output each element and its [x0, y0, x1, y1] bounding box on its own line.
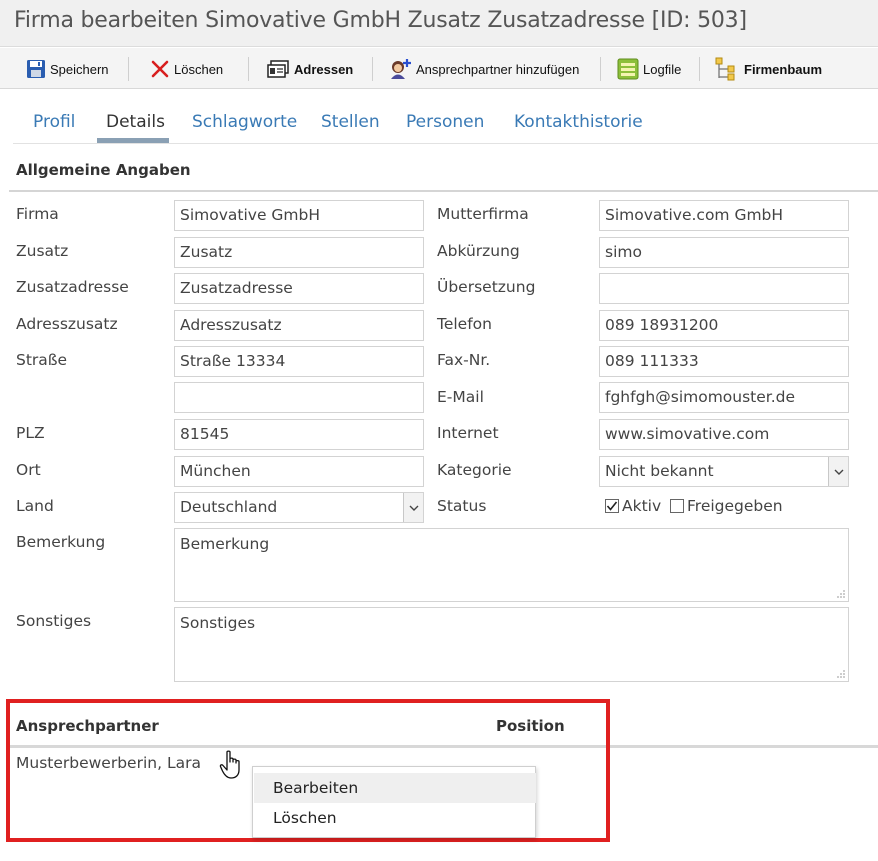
- toolbar: Speichern Löschen Adressen Ansprechpartn…: [0, 48, 878, 89]
- adresszusatz-field[interactable]: Adresszusatz: [174, 310, 424, 341]
- add-contact-button-label: Ansprechpartner hinzufügen: [416, 61, 580, 77]
- tab-bar: Profil Details Schlagworte Stellen Perso…: [13, 108, 878, 144]
- logfile-button-label: Logfile: [643, 61, 682, 77]
- contacts-header-divider: [9, 745, 878, 748]
- uebersetzung-field[interactable]: [599, 273, 849, 304]
- zusatz-label: Zusatz: [16, 242, 69, 260]
- telefon-field[interactable]: 089 18931200: [599, 310, 849, 341]
- contacts-column-name: Ansprechpartner: [16, 717, 159, 735]
- tree-icon: [715, 57, 735, 81]
- zusatzadresse-field[interactable]: Zusatzadresse: [174, 273, 424, 304]
- tab-personen[interactable]: Personen: [406, 112, 484, 132]
- sonstiges-textarea[interactable]: Sonstiges: [174, 607, 849, 682]
- land-select[interactable]: Deutschland: [174, 492, 424, 523]
- uebersetzung-label: Übersetzung: [437, 278, 536, 296]
- window-titlebar: Firma bearbeiten Simovative GmbH Zusatz …: [0, 0, 878, 47]
- tab-kontakthistorie[interactable]: Kontakthistorie: [514, 112, 643, 132]
- section-divider: [9, 190, 878, 192]
- chevron-down-icon[interactable]: [828, 457, 848, 486]
- aktiv-checkbox[interactable]: Aktiv: [605, 497, 661, 515]
- company-tree-button[interactable]: Firmenbaum: [714, 57, 822, 81]
- email-label: E-Mail: [437, 388, 484, 406]
- toolbar-divider: [248, 57, 249, 81]
- save-button-label: Speichern: [50, 61, 109, 77]
- firma-label: Firma: [16, 205, 59, 223]
- toolbar-divider: [128, 57, 129, 81]
- adresszusatz-label: Adresszusatz: [16, 315, 118, 333]
- abkuerzung-field[interactable]: simo: [599, 237, 849, 268]
- delete-button[interactable]: Löschen: [150, 57, 223, 81]
- tab-stellen[interactable]: Stellen: [321, 112, 380, 132]
- logfile-button[interactable]: Logfile: [617, 57, 681, 81]
- resize-grip-icon[interactable]: [836, 589, 846, 599]
- kategorie-label: Kategorie: [437, 461, 512, 479]
- contacts-column-position: Position: [496, 717, 565, 735]
- context-menu-delete[interactable]: Löschen: [254, 803, 536, 833]
- save-button[interactable]: Speichern: [26, 57, 109, 81]
- sonstiges-label: Sonstiges: [16, 612, 92, 630]
- bemerkung-value: Bemerkung: [180, 535, 270, 553]
- bemerkung-label: Bemerkung: [16, 533, 106, 551]
- tab-schlagworte[interactable]: Schlagworte: [192, 112, 297, 132]
- zusatzadresse-label: Zusatzadresse: [16, 278, 129, 296]
- toolbar-divider: [699, 57, 700, 81]
- window-title: Firma bearbeiten Simovative GmbH Zusatz …: [14, 8, 747, 33]
- address-cards-icon: [267, 60, 289, 78]
- land-label: Land: [16, 497, 54, 515]
- context-menu: Bearbeiten Löschen: [252, 766, 536, 838]
- bemerkung-textarea[interactable]: Bemerkung: [174, 528, 849, 602]
- table-row[interactable]: Musterbewerberin, Lara: [16, 754, 201, 772]
- active-tab-indicator: [97, 138, 169, 143]
- floppy-disk-icon: [27, 60, 45, 78]
- aktiv-label: Aktiv: [622, 497, 662, 515]
- email-field[interactable]: fghfgh@simomouster.de: [599, 382, 849, 413]
- sonstiges-value: Sonstiges: [180, 614, 256, 632]
- strasse2-field[interactable]: [174, 382, 424, 413]
- tab-profil[interactable]: Profil: [33, 112, 75, 132]
- kategorie-select-value: Nicht bekannt: [605, 462, 714, 480]
- internet-label: Internet: [437, 424, 499, 442]
- addresses-button-label: Adressen: [294, 61, 354, 77]
- fax-label: Fax-Nr.: [437, 351, 491, 369]
- hand-cursor-icon: [219, 750, 240, 779]
- delete-button-label: Löschen: [174, 61, 224, 77]
- plz-label: PLZ: [16, 424, 45, 442]
- freigegeben-label: Freigegeben: [687, 497, 783, 515]
- checkbox-checked-icon: [605, 499, 619, 513]
- list-icon: [617, 58, 639, 80]
- tab-details[interactable]: Details: [106, 112, 165, 132]
- add-person-icon: [391, 59, 411, 79]
- toolbar-divider: [600, 57, 601, 81]
- strasse-label: Straße: [16, 351, 68, 369]
- telefon-label: Telefon: [437, 315, 492, 333]
- internet-field[interactable]: www.simovative.com: [599, 419, 849, 450]
- freigegeben-checkbox[interactable]: Freigegeben: [670, 497, 783, 515]
- checkbox-unchecked-icon: [670, 499, 684, 513]
- mutterfirma-label: Mutterfirma: [437, 205, 529, 223]
- plz-field[interactable]: 81545: [174, 419, 424, 450]
- status-label: Status: [437, 497, 487, 515]
- firma-field[interactable]: Simovative GmbH: [174, 200, 424, 231]
- land-select-value: Deutschland: [180, 498, 278, 516]
- company-tree-button-label: Firmenbaum: [744, 61, 823, 77]
- kategorie-select[interactable]: Nicht bekannt: [599, 456, 849, 487]
- context-menu-edit[interactable]: Bearbeiten: [254, 773, 536, 803]
- mutterfirma-field[interactable]: Simovative.com GmbH: [599, 200, 849, 231]
- add-contact-button[interactable]: Ansprechpartner hinzufügen: [388, 57, 579, 81]
- abkuerzung-label: Abkürzung: [437, 242, 520, 260]
- ort-field[interactable]: München: [174, 456, 424, 487]
- section-title: Allgemeine Angaben: [16, 161, 191, 179]
- ort-label: Ort: [16, 461, 41, 479]
- chevron-down-icon[interactable]: [403, 493, 423, 522]
- contact-name: Musterbewerberin, Lara: [16, 754, 201, 772]
- zusatz-field[interactable]: Zusatz: [174, 237, 424, 268]
- red-x-icon: [151, 60, 169, 78]
- resize-grip-icon[interactable]: [836, 669, 846, 679]
- strasse-field[interactable]: Straße 13334: [174, 346, 424, 377]
- fax-field[interactable]: 089 111333: [599, 346, 849, 377]
- toolbar-divider: [372, 57, 373, 81]
- addresses-button[interactable]: Adressen: [266, 57, 353, 81]
